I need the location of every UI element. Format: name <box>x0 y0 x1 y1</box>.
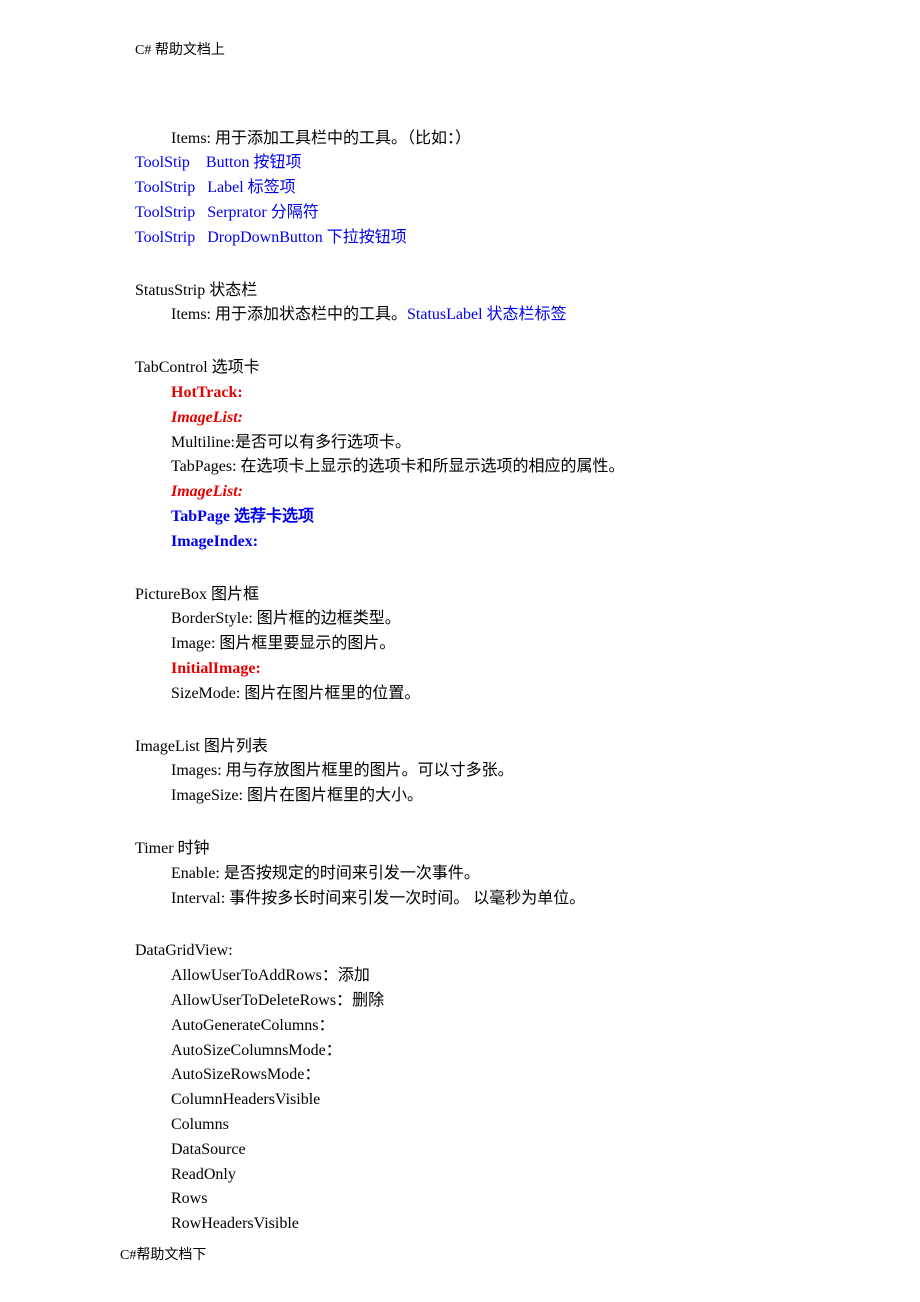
items-description: Items: 用于添加工具栏中的工具。（比如：） <box>135 127 800 152</box>
statusstrip-items: Items: 用于添加状态栏中的工具。StatusLabel 状态栏标签 <box>135 303 800 328</box>
dgv-prop: AllowUserToAddRows：添加 <box>135 964 800 989</box>
dgv-prop: DataSource <box>135 1138 800 1163</box>
toolstrip-link-separator[interactable]: ToolStrip Serprator 分隔符 <box>135 201 800 226</box>
dgv-prop: AutoSizeColumnsMode： <box>135 1039 800 1064</box>
tabcontrol-imageindex: ImageIndex: <box>135 530 800 555</box>
tabcontrol-title: TabControl 选项卡 <box>135 356 800 381</box>
timer-enable: Enable: 是否按规定的时间来引发一次事件。 <box>135 862 800 887</box>
picturebox-image: Image: 图片框里要显示的图片。 <box>135 632 800 657</box>
dgv-prop: AllowUserToDeleteRows：删除 <box>135 989 800 1014</box>
page-footer: C#帮助文档下 <box>120 1245 206 1267</box>
dgv-prop: RowHeadersVisible <box>135 1212 800 1237</box>
picturebox-sizemode: SizeMode: 图片在图片框里的位置。 <box>135 682 800 707</box>
picturebox-initialimage: InitialImage: <box>135 657 800 682</box>
tabcontrol-multiline: Multiline:是否可以有多行选项卡。 <box>135 431 800 456</box>
tabcontrol-tabpage: TabPage 选荐卡选项 <box>135 505 800 530</box>
picturebox-title: PictureBox 图片框 <box>135 583 800 608</box>
imagelist-title: ImageList 图片列表 <box>135 735 800 760</box>
timer-interval: Interval: 事件按多长时间来引发一次时间。 以毫秒为单位。 <box>135 887 800 912</box>
dgv-prop: ReadOnly <box>135 1163 800 1188</box>
tabcontrol-hottrack: HotTrack: <box>135 381 800 406</box>
statuslabel-link[interactable]: StatusLabel 状态栏标签 <box>407 306 567 323</box>
toolstrip-link-dropdown[interactable]: ToolStrip DropDownButton 下拉按钮项 <box>135 226 800 251</box>
dgv-prop: AutoGenerateColumns： <box>135 1014 800 1039</box>
toolstrip-link-button[interactable]: ToolStip Button 按钮项 <box>135 151 800 176</box>
page-header: C# 帮助文档上 <box>135 40 800 62</box>
datagridview-title: DataGridView: <box>135 939 800 964</box>
document-page: C# 帮助文档上 Items: 用于添加工具栏中的工具。（比如：） ToolSt… <box>0 0 920 1302</box>
picturebox-borderstyle: BorderStyle: 图片框的边框类型。 <box>135 607 800 632</box>
tabcontrol-tabpages: TabPages: 在选项卡上显示的选项卡和所显示选项的相应的属性。 <box>135 455 800 480</box>
dgv-prop: AutoSizeRowsMode： <box>135 1063 800 1088</box>
statusstrip-title: StatusStrip 状态栏 <box>135 279 800 304</box>
tabcontrol-imagelist-2: ImageList: <box>135 480 800 505</box>
tabcontrol-imagelist-1: ImageList: <box>135 406 800 431</box>
toolstrip-link-label[interactable]: ToolStrip Label 标签项 <box>135 176 800 201</box>
imagelist-images: Images: 用与存放图片框里的图片。可以寸多张。 <box>135 759 800 784</box>
dgv-prop: Rows <box>135 1187 800 1212</box>
dgv-prop: ColumnHeadersVisible <box>135 1088 800 1113</box>
imagelist-imagesize: ImageSize: 图片在图片框里的大小。 <box>135 784 800 809</box>
timer-title: Timer 时钟 <box>135 837 800 862</box>
dgv-prop: Columns <box>135 1113 800 1138</box>
statusstrip-items-prefix: Items: 用于添加状态栏中的工具。 <box>171 306 407 323</box>
